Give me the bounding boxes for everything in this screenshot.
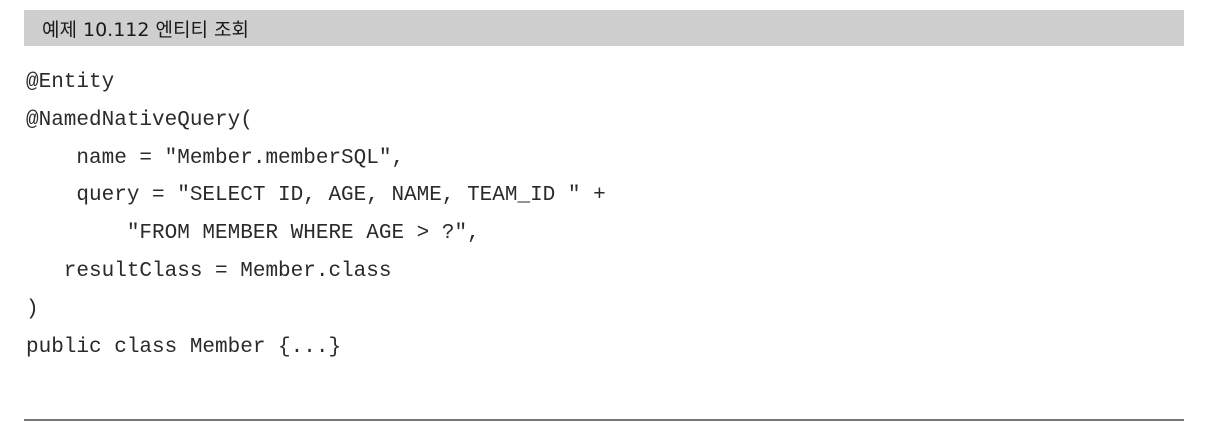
code-line: resultClass = Member.class [26,259,392,283]
code-line: public class Member {...} [26,335,342,359]
example-caption-bar: 예제 10.112 엔티티 조회 [24,10,1184,46]
code-line: "FROM MEMBER WHERE AGE > ?", [26,222,480,246]
code-line: name = "Member.memberSQL", [26,146,405,170]
bottom-divider [24,419,1184,421]
code-line: @Entity [26,71,115,94]
code-line: query = "SELECT ID, AGE, NAME, TEAM_ID "… [26,184,606,208]
code-line: ) [26,297,39,321]
code-block: @Entity @NamedNativeQuery( name = "Membe… [26,64,606,366]
code-line: @NamedNativeQuery( [26,108,253,132]
example-caption: 예제 10.112 엔티티 조회 [42,18,249,41]
